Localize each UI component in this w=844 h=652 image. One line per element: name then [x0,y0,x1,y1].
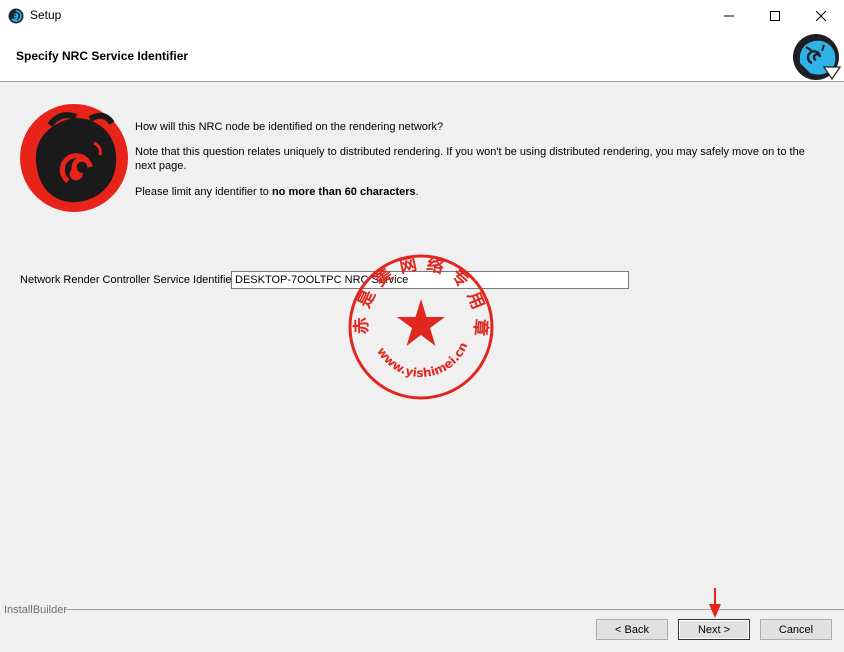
close-icon [816,10,826,21]
title-bar: Setup [0,0,844,31]
minimize-button[interactable] [706,0,752,31]
footer-divider [66,609,844,610]
limit-text: Please limit any identifier to no more t… [135,185,815,199]
app-icon [8,8,24,24]
cancel-button[interactable]: Cancel [760,619,832,640]
footer-brand: InstallBuilder [4,604,67,616]
watermark-stamp: 赤 是 美 网 络 专 用 章 www.yishimei.cn [348,254,494,400]
logo-icon [793,34,842,81]
star-icon [397,299,445,346]
back-button[interactable]: < Back [596,619,668,640]
limit-prefix: Please limit any identifier to [135,186,272,198]
maximize-button[interactable] [752,0,798,31]
svg-text:www.yishimei.cn: www.yishimei.cn [374,340,470,380]
question-text: How will this NRC node be identified on … [135,121,444,133]
maximize-icon [770,10,780,21]
next-button[interactable]: Next > [678,619,750,640]
limit-bold: no more than 60 characters [271,186,416,198]
page-title: Specify NRC Service Identifier [16,49,189,63]
close-button[interactable] [798,0,844,31]
window-title: Setup [30,8,62,22]
wizard-header: Specify NRC Service Identifier [0,31,844,82]
note-text: Note that this question relates uniquely… [135,146,805,172]
limit-suffix: . [415,186,419,198]
vray-logo-icon [20,104,128,212]
arrow-down-icon [709,588,721,618]
minimize-icon [724,15,734,16]
identifier-label: Network Render Controller Service Identi… [20,274,236,286]
stamp-url: www.yishimei.cn [374,340,470,380]
